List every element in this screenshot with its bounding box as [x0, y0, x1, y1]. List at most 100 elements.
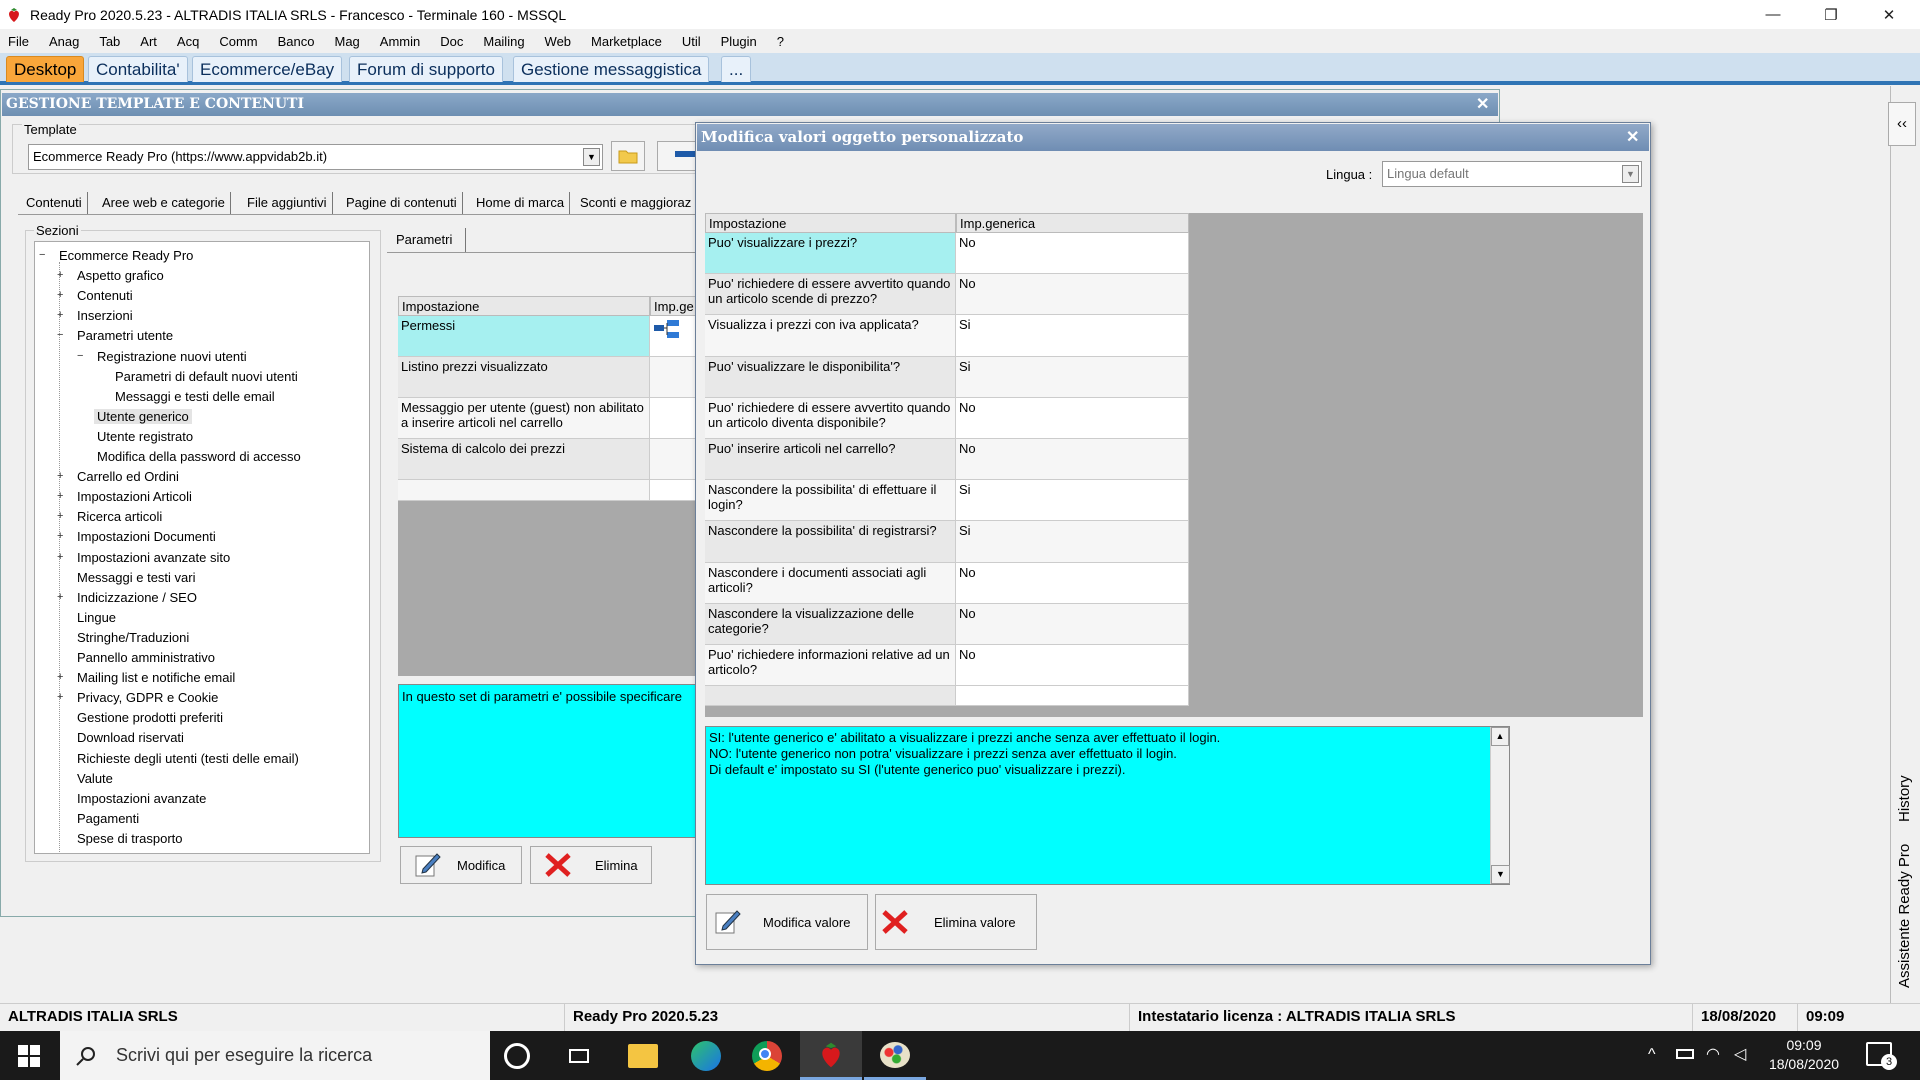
dialog-row-setting[interactable]: Visualizza i prezzi con iva applicata?: [705, 315, 956, 357]
lingua-select[interactable]: Lingua default ▼: [1382, 161, 1642, 187]
tree-expander-icon[interactable]: +: [57, 490, 63, 502]
assistant-tab[interactable]: Assistente Ready Pro: [1896, 844, 1913, 988]
restore-button[interactable]: ❐: [1802, 0, 1860, 29]
cortana-icon[interactable]: [504, 1043, 530, 1069]
scroll-up-icon[interactable]: ▲: [1491, 727, 1509, 746]
menu-web[interactable]: Web: [545, 34, 572, 49]
tab-contabilita[interactable]: Contabilita': [88, 56, 188, 82]
tree-expander-icon[interactable]: +: [57, 470, 63, 482]
tree-item[interactable]: Aspetto grafico: [74, 268, 167, 283]
tree-expander-icon[interactable]: −: [57, 329, 63, 341]
tree-item[interactable]: Messaggi e testi delle email: [112, 389, 278, 404]
subtab-home-marca[interactable]: Home di marca: [471, 192, 571, 214]
tree-item[interactable]: Stringhe/Traduzioni: [74, 630, 192, 645]
tree-item[interactable]: Impostazioni Documenti: [74, 529, 219, 544]
tree-item[interactable]: Download riservati: [74, 730, 187, 745]
menu-banco[interactable]: Banco: [278, 34, 315, 49]
tree-item[interactable]: Impostazioni Articoli: [74, 489, 195, 504]
show-hidden-icons[interactable]: ^: [1648, 1046, 1656, 1064]
dialog-row-value[interactable]: Si: [956, 480, 1189, 522]
tree-expander-icon[interactable]: +: [57, 309, 63, 321]
tab-gestione-messaggistica[interactable]: Gestione messaggistica: [513, 56, 710, 82]
tree-expander-icon[interactable]: +: [57, 691, 63, 703]
dialog-row-value[interactable]: No: [956, 562, 1189, 604]
params-row-messaggio[interactable]: Messaggio per utente (guest) non abilita…: [398, 398, 650, 439]
tree-expander-icon[interactable]: +: [57, 530, 63, 542]
scroll-down-icon[interactable]: ▼: [1491, 865, 1510, 884]
dialog-row-value[interactable]: No: [956, 603, 1189, 645]
tree-item[interactable]: Ecommerce Ready Pro: [56, 248, 196, 263]
menu-tab[interactable]: Tab: [99, 34, 120, 49]
subtab-sconti[interactable]: Sconti e maggioraz: [575, 192, 696, 214]
subtab-aree-web[interactable]: Aree web e categorie: [97, 192, 231, 214]
menu-plugin[interactable]: Plugin: [721, 34, 757, 49]
network-icon[interactable]: ◠: [1706, 1044, 1720, 1064]
modifica-valore-button[interactable]: Modifica valore: [706, 894, 868, 950]
tree-expander-icon[interactable]: +: [57, 269, 63, 281]
close-window-button[interactable]: ✕: [1860, 0, 1918, 29]
menu-anag[interactable]: Anag: [49, 34, 79, 49]
tree-item[interactable]: Gestione prodotti preferiti: [74, 710, 226, 725]
dialog-close-button[interactable]: ✕: [1626, 127, 1639, 147]
dialog-row-value[interactable]: No: [956, 439, 1189, 481]
menu-comm[interactable]: Comm: [219, 34, 257, 49]
tree-item[interactable]: Contenuti: [74, 288, 136, 303]
params-row-listino[interactable]: Listino prezzi visualizzato: [398, 357, 650, 398]
minimize-button[interactable]: —: [1744, 0, 1802, 29]
tree-item[interactable]: Utente generico: [94, 408, 192, 424]
tree-expander-icon[interactable]: +: [57, 289, 63, 301]
tree-expander-icon[interactable]: −: [39, 249, 45, 261]
volume-icon[interactable]: ◁: [1734, 1044, 1746, 1064]
description-scrollbar[interactable]: ▲ ▼: [1490, 727, 1510, 884]
tree-item[interactable]: Indicizzazione / SEO: [74, 590, 200, 605]
tree-item[interactable]: Parametri di default nuovi utenti: [112, 369, 301, 384]
menu-art[interactable]: Art: [140, 34, 157, 49]
tree-expander-icon[interactable]: −: [77, 350, 83, 362]
tree-item[interactable]: Privacy, GDPR e Cookie: [74, 690, 221, 705]
dialog-row-value[interactable]: Si: [956, 356, 1189, 398]
menu-acq[interactable]: Acq: [177, 34, 199, 49]
tree-item[interactable]: Utente registrato: [94, 429, 196, 444]
template-action-button[interactable]: [657, 141, 697, 171]
modifica-button[interactable]: Modifica: [400, 846, 522, 884]
menu-mailing[interactable]: Mailing: [483, 34, 524, 49]
tree-item[interactable]: Registrazione nuovi utenti: [94, 349, 250, 364]
dialog-row-setting[interactable]: Nascondere la possibilita' di registrars…: [705, 521, 956, 563]
tree-item[interactable]: Ricerca articoli: [74, 509, 165, 524]
dialog-row-setting[interactable]: Nascondere la visualizzazione delle cate…: [705, 603, 956, 645]
tree-item[interactable]: Lingue: [74, 610, 119, 625]
tab-parametri[interactable]: Parametri: [391, 228, 466, 252]
dialog-row-setting[interactable]: Nascondere la possibilita' di effettuare…: [705, 480, 956, 522]
history-tab[interactable]: History: [1896, 775, 1913, 822]
menu-file[interactable]: File: [8, 34, 29, 49]
battery-icon[interactable]: [1676, 1049, 1694, 1059]
menu-marketplace[interactable]: Marketplace: [591, 34, 662, 49]
params-row-permessi[interactable]: Permessi: [398, 316, 650, 357]
dialog-row-setting[interactable]: Puo' visualizzare le disponibilita'?: [705, 356, 956, 398]
readypro-taskbar-button[interactable]: [800, 1031, 862, 1080]
menu-doc[interactable]: Doc: [440, 34, 463, 49]
tree-expander-icon[interactable]: +: [57, 671, 63, 683]
tree-item[interactable]: Modifica della password di accesso: [94, 449, 304, 464]
dialog-row-setting[interactable]: Puo' richiedere di essere avvertito quan…: [705, 274, 956, 316]
tab-ecommerce-ebay[interactable]: Ecommerce/eBay: [192, 56, 343, 82]
dialog-row-setting[interactable]: Nascondere i documenti associati agli ar…: [705, 562, 956, 604]
params-row-listino-value[interactable]: [650, 357, 700, 398]
chevron-down-icon[interactable]: ▼: [583, 148, 600, 166]
dialog-row-value[interactable]: No: [956, 397, 1189, 439]
subtab-pagine-contenuti[interactable]: Pagine di contenuti: [341, 192, 463, 214]
dialog-row-setting[interactable]: Puo' richiedere di essere avvertito quan…: [705, 397, 956, 439]
tree-expander-icon[interactable]: +: [57, 551, 63, 563]
tree-item[interactable]: Pannello amministrativo: [74, 650, 218, 665]
elimina-valore-button[interactable]: Elimina valore: [875, 894, 1037, 950]
dialog-row-setting[interactable]: Puo' inserire articoli nel carrello?: [705, 439, 956, 481]
menu-mag[interactable]: Mag: [334, 34, 359, 49]
dialog-row-value[interactable]: Si: [956, 315, 1189, 357]
tree-expander-icon[interactable]: +: [57, 510, 63, 522]
menu-util[interactable]: Util: [682, 34, 701, 49]
subtab-file-aggiuntivi[interactable]: File aggiuntivi: [242, 192, 333, 214]
elimina-button[interactable]: Elimina: [530, 846, 652, 884]
tree-item[interactable]: Richieste degli utenti (testi delle emai…: [74, 751, 302, 766]
tree-item[interactable]: Impostazioni avanzate sito: [74, 550, 233, 565]
taskbar-search-box[interactable]: Scrivi qui per eseguire la ricerca: [60, 1031, 490, 1080]
